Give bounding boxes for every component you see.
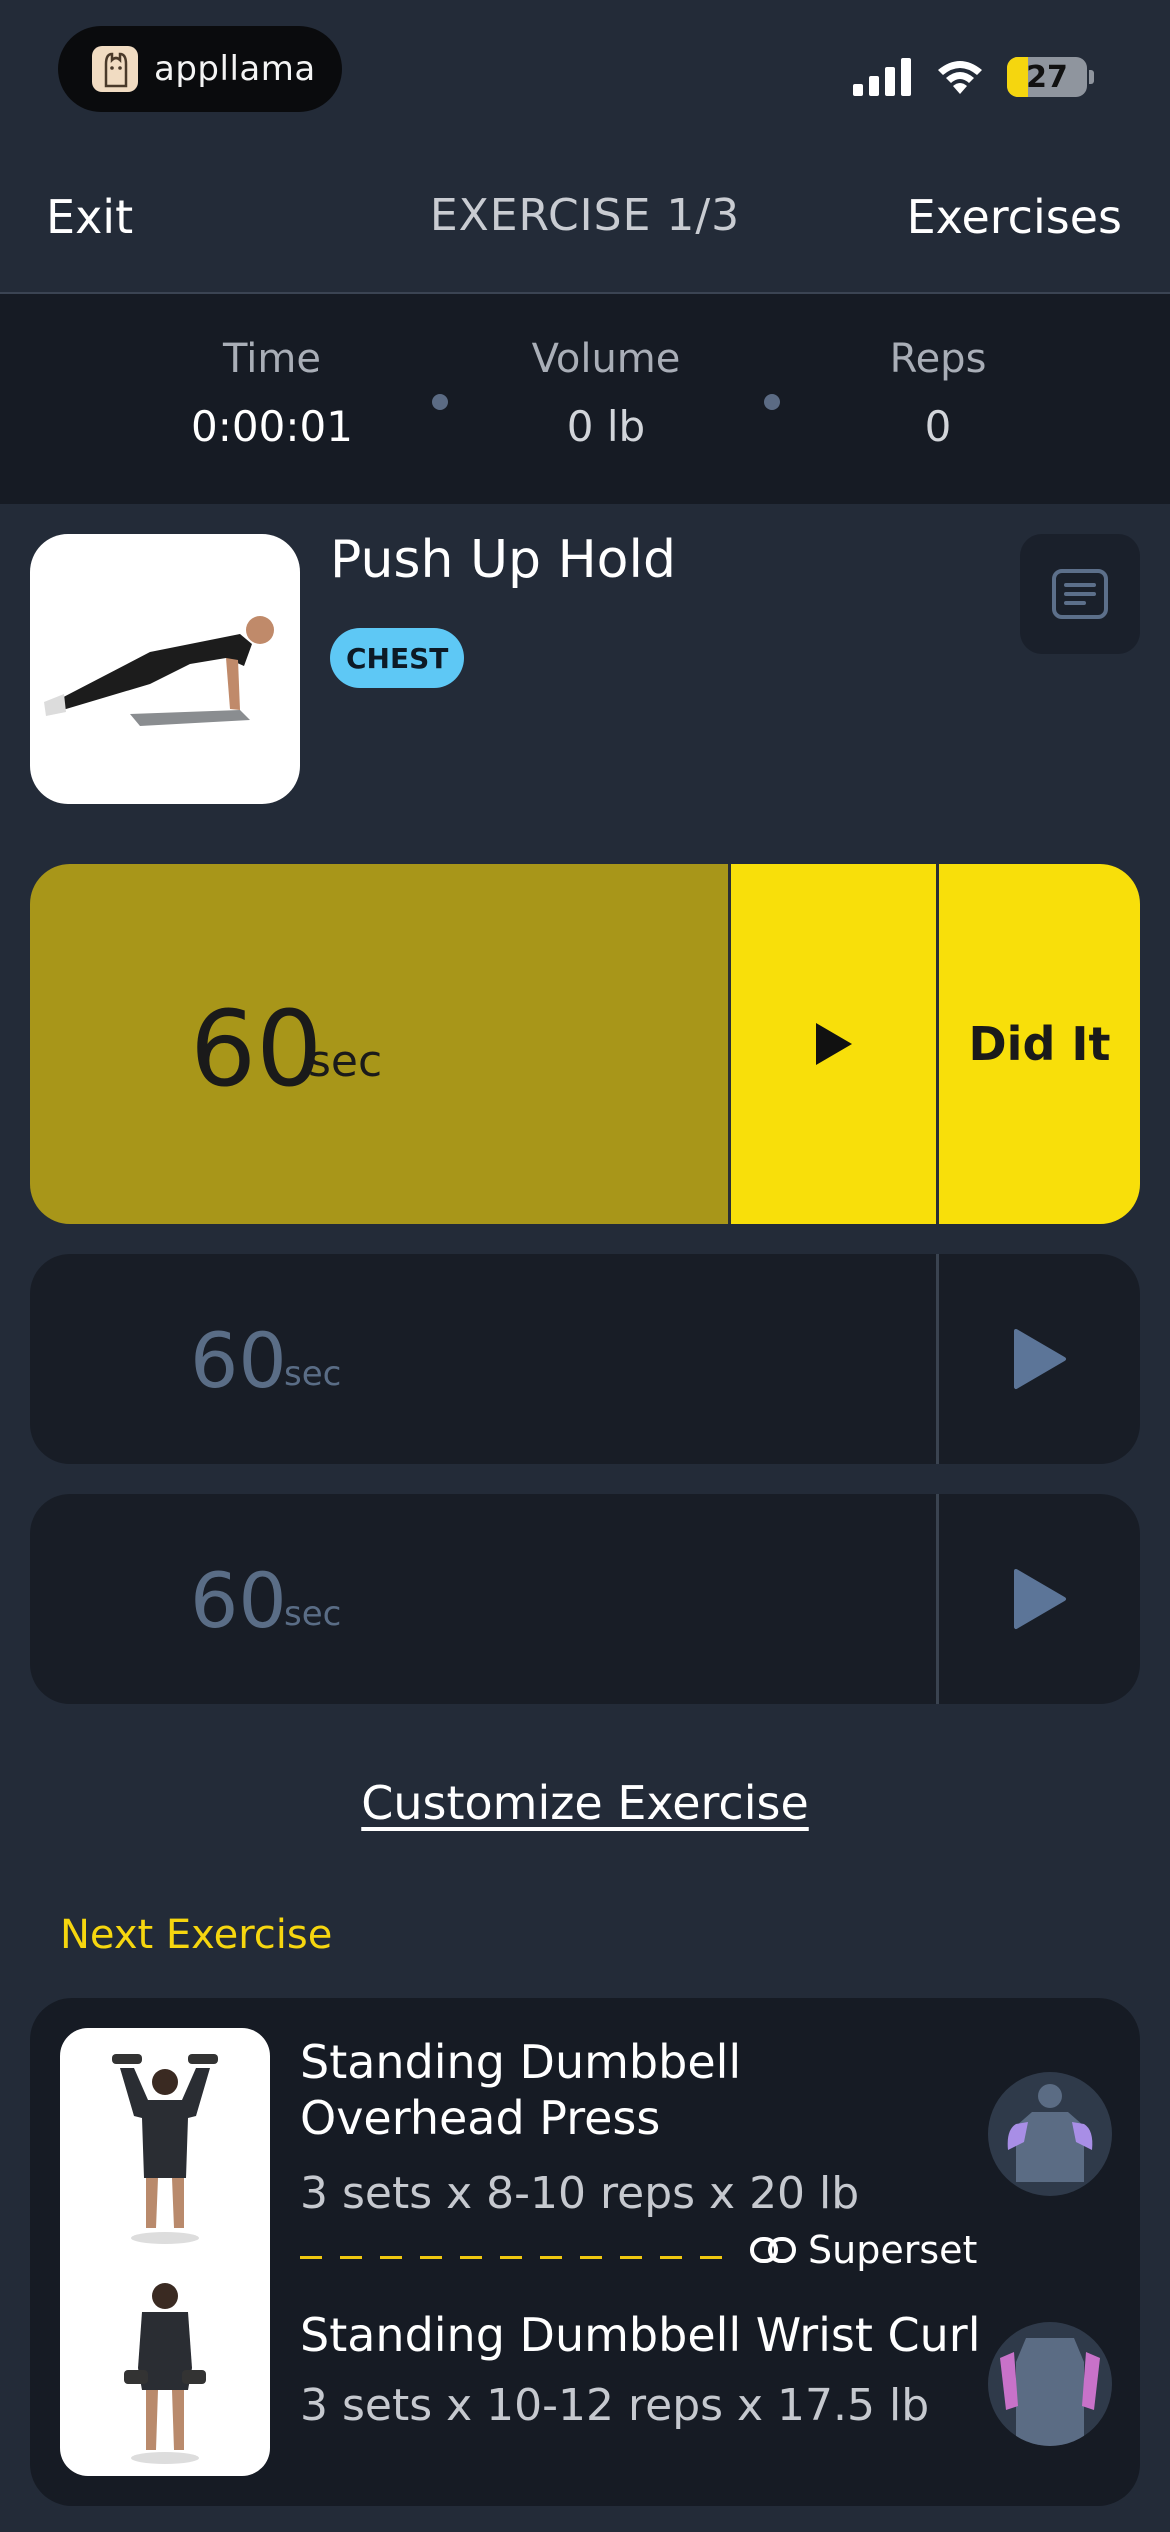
next-exercise-1-name: Standing Dumbbell Overhead Press xyxy=(300,2035,742,2145)
app-name: appllama xyxy=(154,49,316,89)
set-row-active[interactable]: 60 sec Did It xyxy=(30,864,1140,1224)
set-row[interactable]: 60 sec xyxy=(30,1494,1140,1704)
stat-separator-dot xyxy=(764,394,780,410)
stat-separator-dot xyxy=(432,394,448,410)
start-timer-button[interactable] xyxy=(728,864,936,1224)
exit-button[interactable]: Exit xyxy=(46,190,133,244)
status-icons: 27 xyxy=(853,54,1094,100)
set-duration[interactable]: 60 sec xyxy=(30,1494,936,1704)
superset-connector xyxy=(300,2256,740,2259)
exercise-name: Push Up Hold xyxy=(330,530,676,590)
set-duration[interactable]: 60 sec xyxy=(30,864,728,1224)
set-duration[interactable]: 60 sec xyxy=(30,1254,936,1464)
shoulder-muscle-icon xyxy=(988,2072,1112,2196)
next-exercise-2-meta: 3 sets x 10-12 reps x 17.5 lb xyxy=(300,2380,930,2431)
muscle-tag-badge: CHEST xyxy=(330,628,465,688)
set-duration-value: 60 xyxy=(190,1556,287,1645)
battery-tip xyxy=(1089,70,1094,84)
did-it-button[interactable]: Did It xyxy=(936,864,1140,1224)
stat-time-label: Time xyxy=(223,336,321,382)
next-exercise-2-name: Standing Dumbbell Wrist Curl xyxy=(300,2308,981,2362)
next-exercise-1-meta: 3 sets x 8-10 reps x 20 lb xyxy=(300,2168,860,2219)
set-duration-value: 60 xyxy=(190,1316,287,1405)
set-duration-value: 60 xyxy=(190,988,323,1110)
superset-label: Superset xyxy=(750,2228,977,2272)
stat-volume-label: Volume xyxy=(531,336,681,382)
stat-volume-value: 0 lb xyxy=(566,402,646,451)
exercises-button[interactable]: Exercises xyxy=(907,190,1122,244)
set-duration-unit: sec xyxy=(284,1354,342,1394)
notes-button[interactable] xyxy=(1020,534,1140,654)
stat-reps-value: 0 xyxy=(924,402,952,451)
stat-reps-label: Reps xyxy=(889,336,987,382)
superset-text: Superset xyxy=(808,2228,978,2272)
app-logo-pill: appllama xyxy=(58,26,342,112)
set-duration-unit: sec xyxy=(284,1594,342,1634)
workout-stats: Time 0:00:01 Volume 0 lb Reps 0 xyxy=(0,294,1170,504)
forearm-muscle-icon xyxy=(988,2322,1112,2446)
stat-reps: Reps 0 xyxy=(788,336,1088,451)
start-timer-button[interactable] xyxy=(936,1494,1140,1704)
exercise-image[interactable] xyxy=(30,534,300,804)
llama-logo-icon xyxy=(92,46,138,92)
set-duration-unit: sec xyxy=(308,1036,383,1087)
play-icon xyxy=(1013,1569,1066,1629)
play-icon xyxy=(815,1023,852,1065)
stat-time: Time 0:00:01 xyxy=(122,336,422,451)
link-icon xyxy=(750,2237,796,2263)
wifi-icon xyxy=(938,61,982,94)
next-exercise-image xyxy=(60,2028,270,2476)
stat-time-value: 0:00:01 xyxy=(191,402,353,451)
next-exercise-label: Next Exercise xyxy=(60,1912,333,1958)
battery-level: 27 xyxy=(1026,59,1068,95)
customize-exercise-link[interactable]: Customize Exercise xyxy=(0,1776,1170,1830)
signal-icon xyxy=(853,58,911,96)
notes-icon xyxy=(1052,569,1108,619)
battery-indicator: 27 xyxy=(1007,57,1087,97)
stat-volume: Volume 0 lb xyxy=(456,336,756,451)
start-timer-button[interactable] xyxy=(936,1254,1140,1464)
play-icon xyxy=(1013,1329,1066,1389)
set-row[interactable]: 60 sec xyxy=(30,1254,1140,1464)
